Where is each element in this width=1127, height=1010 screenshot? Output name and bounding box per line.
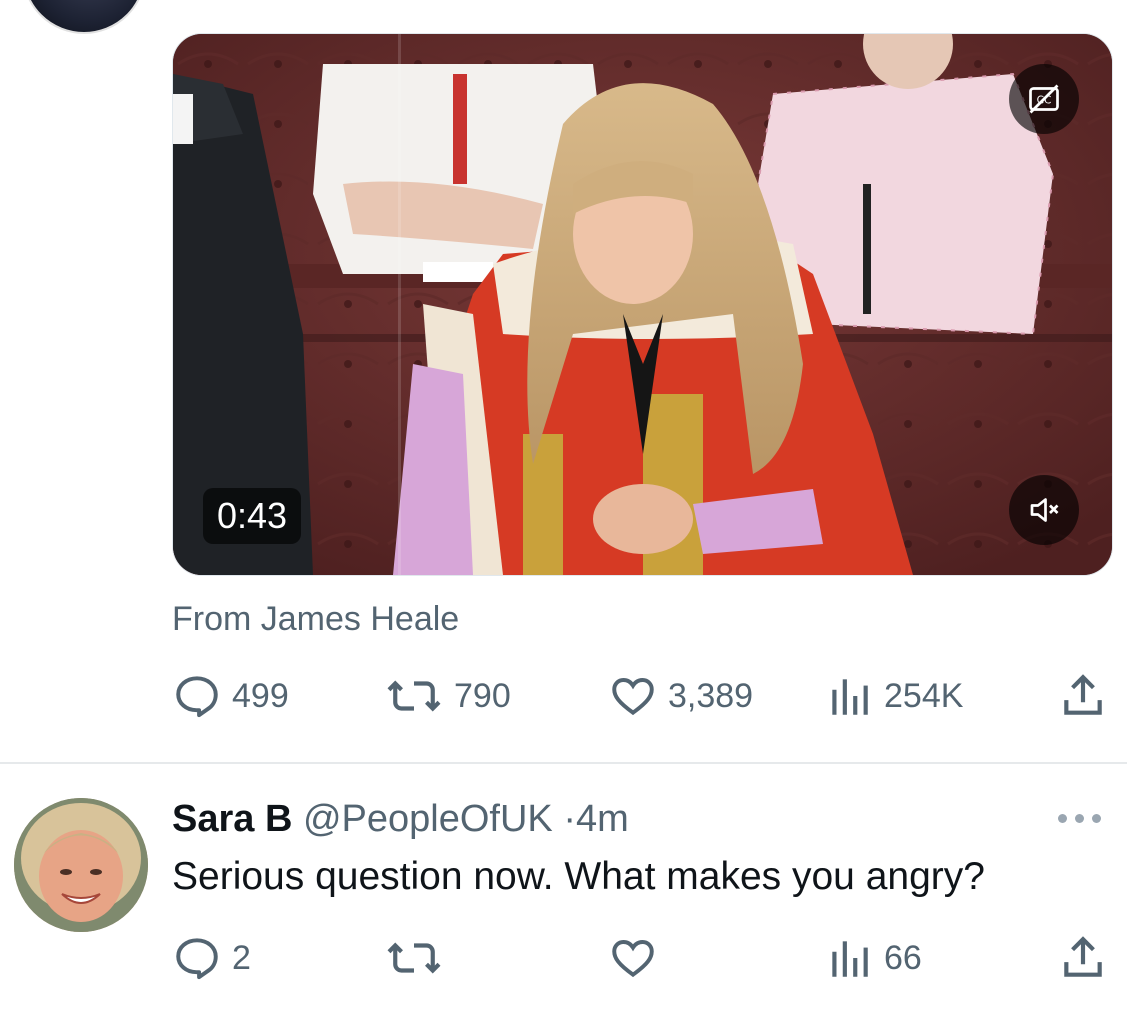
share-button[interactable] <box>1058 930 1108 986</box>
captions-button[interactable]: CC <box>1009 64 1079 134</box>
heart-icon <box>612 677 654 716</box>
views-chart-icon <box>832 941 868 977</box>
display-name[interactable]: Sara B <box>172 798 292 840</box>
repost-icon <box>387 942 441 974</box>
reply-button[interactable]: 499 <box>172 668 289 724</box>
video-frame <box>173 34 1112 575</box>
volume-muted-icon <box>1030 498 1059 522</box>
repost-count: 790 <box>454 676 511 715</box>
reply-icon <box>176 938 218 980</box>
reply-icon <box>176 676 218 718</box>
more-dot-icon <box>1075 813 1084 823</box>
post-text: Serious question now. What makes you ang… <box>172 855 985 898</box>
heart-icon <box>612 939 654 978</box>
video-source-attribution[interactable]: From James Heale <box>172 600 459 639</box>
repost-icon <box>387 680 441 712</box>
tweet-action-bar: 499 790 3,389 254K <box>172 668 1112 724</box>
meta-separator: · <box>563 798 576 840</box>
repost-button[interactable] <box>384 930 454 986</box>
reply-count: 499 <box>232 676 289 715</box>
like-button[interactable] <box>608 930 668 986</box>
reply-action-bar: 2 66 <box>172 930 1112 986</box>
repost-button[interactable]: 790 <box>384 668 511 724</box>
views-chart-icon <box>832 679 868 715</box>
post-time[interactable]: 4m <box>576 798 629 840</box>
share-button[interactable] <box>1058 668 1108 724</box>
views-count: 66 <box>884 938 922 977</box>
more-dot-icon <box>1058 813 1067 823</box>
captions-off-icon: CC <box>1029 84 1059 114</box>
tweet-divider <box>0 762 1127 764</box>
user-handle[interactable]: @PeopleOfUK <box>303 798 553 840</box>
avatar-photo <box>14 798 148 932</box>
share-icon <box>1064 674 1102 715</box>
avatar[interactable] <box>14 798 148 932</box>
previous-tweet-avatar[interactable] <box>22 0 146 34</box>
views-count: 254K <box>884 676 964 715</box>
views-button[interactable]: 66 <box>824 930 922 986</box>
reply-button[interactable]: 2 <box>172 930 251 986</box>
reply-header: Sara B @PeopleOfUK ·4m <box>172 796 629 842</box>
views-button[interactable]: 254K <box>824 668 963 724</box>
reply-count: 2 <box>232 938 251 977</box>
like-button[interactable]: 3,389 <box>608 668 753 724</box>
video-duration: 0:43 <box>203 488 302 544</box>
share-icon <box>1064 936 1102 977</box>
mute-button[interactable] <box>1009 475 1079 545</box>
like-count: 3,389 <box>668 676 754 715</box>
video-player[interactable]: 0:43 CC <box>172 33 1113 576</box>
more-dot-icon <box>1092 813 1101 823</box>
more-options-button[interactable] <box>1058 808 1108 828</box>
